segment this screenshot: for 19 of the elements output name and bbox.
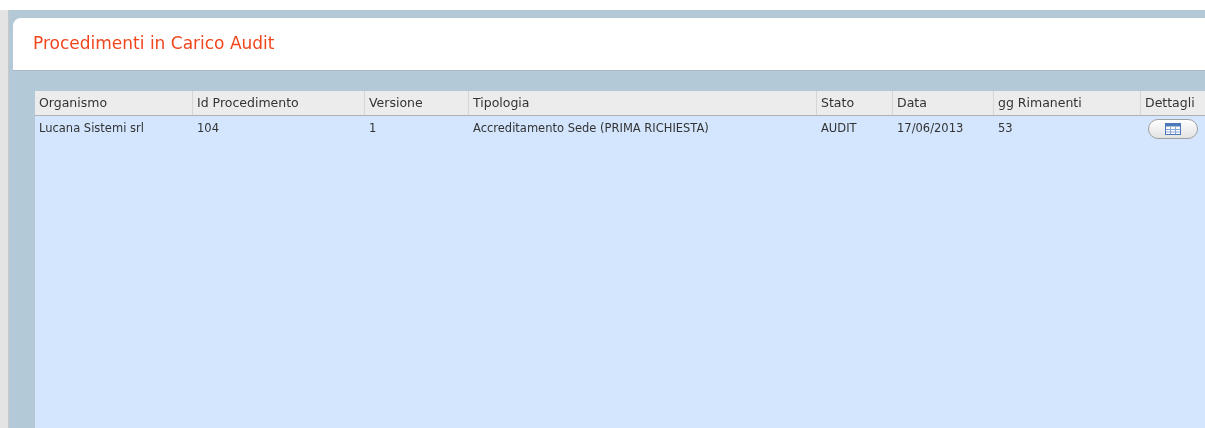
table-cell-text: AUDIT (820, 120, 858, 138)
table-cell-text: 17/06/2013 (896, 120, 965, 138)
panel-title: Procedimenti in Carico Audit (33, 32, 275, 56)
column-header[interactable]: gg Rimanenti (994, 91, 1141, 115)
table-cell-text: Lucana Sistemi srl (38, 120, 145, 138)
table-cell-text: 1 (368, 120, 378, 138)
table-row[interactable]: Lucana Sistemi srl 104 1 Accreditamento Sede (PRIMA RICHIESTA) AUDIT 17/06/2013 53 (35, 116, 1205, 142)
table-cell-text: 104 (196, 120, 220, 138)
column-header[interactable]: Stato (817, 91, 893, 115)
table-icon (1165, 123, 1181, 135)
column-header[interactable]: Data (893, 91, 994, 115)
column-header[interactable]: Dettagli (1141, 91, 1205, 115)
column-header[interactable]: Versione (365, 91, 469, 115)
table-cell-text: Accreditamento Sede (PRIMA RICHIESTA) (472, 120, 710, 138)
column-header[interactable]: Id Procedimento (193, 91, 365, 115)
column-header[interactable]: Tipologia (469, 91, 817, 115)
detail-button[interactable] (1148, 119, 1198, 139)
table-cell-text: 53 (997, 120, 1014, 138)
column-header[interactable]: Organismo (35, 91, 193, 115)
